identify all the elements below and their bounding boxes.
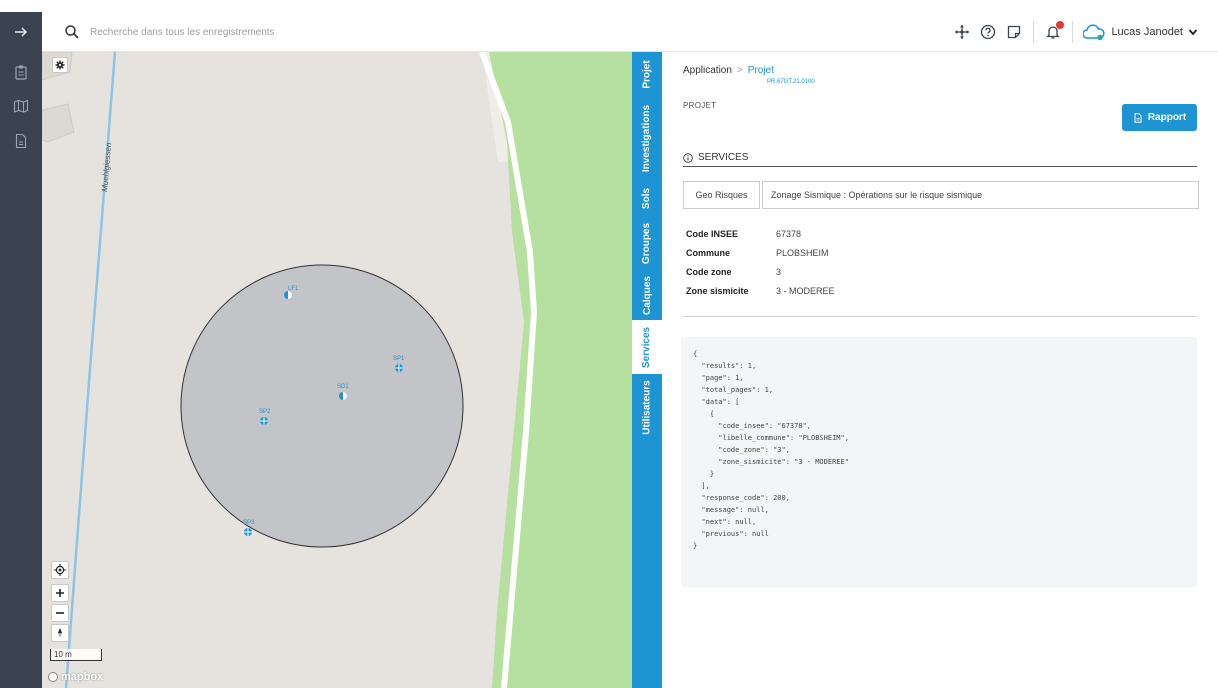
svg-text:LF1: LF1 — [288, 286, 299, 292]
clipboard-icon[interactable] — [13, 64, 29, 80]
json-response-text: { "results": 1, "page": 1, "total_pages"… — [693, 350, 849, 550]
divider — [1072, 21, 1074, 43]
info-row: Code INSEE 67378 — [686, 224, 835, 243]
tab-utilisateurs[interactable]: Utilisateurs — [632, 374, 662, 440]
search-icon[interactable] — [64, 24, 80, 40]
rapport-button[interactable]: Rapport — [1122, 104, 1197, 131]
expand-arrow-icon[interactable] — [0, 12, 42, 52]
svg-text:SD1: SD1 — [337, 384, 349, 390]
info-key: Zone sismicite — [686, 285, 749, 296]
info-row: Zone sismicite 3 - MODEREE — [686, 281, 835, 300]
search-input[interactable] — [90, 23, 490, 41]
vertical-tab-bar: Projet Investigations Sols Groupes Calqu… — [632, 52, 662, 688]
svg-text:SP1: SP1 — [393, 356, 405, 362]
json-response-block: { "results": 1, "page": 1, "total_pages"… — [681, 337, 1197, 587]
compass-icon[interactable] — [51, 624, 69, 642]
svg-text:SP2: SP2 — [259, 409, 271, 415]
map-scale: 10 m — [50, 649, 102, 661]
info-key: Commune — [686, 247, 731, 258]
left-rail — [0, 12, 42, 688]
map-icon[interactable] — [13, 98, 29, 114]
service-tabs: Geo Risques Zonage Sismique : Opérations… — [683, 181, 1199, 209]
tab-projet[interactable]: Projet — [632, 52, 662, 96]
mapbox-logo: mapbox — [48, 671, 103, 683]
move-icon[interactable] — [954, 24, 970, 40]
user-name: Lucas Janodet — [1111, 26, 1183, 38]
chevron-down-icon — [1188, 29, 1198, 36]
info-value: 67378 — [776, 228, 802, 239]
info-key: Code zone — [686, 266, 732, 277]
tab-geo-risques[interactable]: Geo Risques — [683, 181, 760, 209]
zoom-out-button[interactable] — [51, 604, 69, 622]
top-bar: Lucas Janodet — [42, 12, 1218, 52]
info-value: PLOBSHEIM — [776, 247, 829, 258]
cloud-avatar-icon — [1083, 24, 1105, 41]
section-title-text: SERVICES — [698, 152, 749, 163]
locate-icon[interactable] — [51, 561, 69, 579]
tab-investigations[interactable]: Investigations — [632, 96, 662, 180]
info-value: 3 — [776, 266, 782, 277]
zoom-in-button[interactable] — [51, 584, 69, 602]
mapbox-attribution: mapbox — [61, 671, 104, 683]
section-divider — [683, 166, 1197, 167]
info-value: 3 - MODEREE — [776, 285, 835, 296]
section-title: SERVICES — [683, 152, 748, 163]
tab-sols[interactable]: Sols — [632, 180, 662, 216]
rapport-button-label: Rapport — [1147, 112, 1187, 123]
breadcrumb-application[interactable]: Application — [683, 65, 732, 76]
info-icon — [683, 152, 693, 163]
help-icon[interactable] — [980, 24, 996, 40]
info-divider — [683, 316, 1197, 317]
notification-badge — [1056, 21, 1065, 29]
info-row: Commune PLOBSHEIM — [686, 243, 835, 262]
mapbox-logo-icon — [48, 672, 58, 682]
info-row: Code zone 3 — [686, 262, 835, 281]
tab-calques[interactable]: Calques — [632, 270, 662, 320]
report-icon — [1134, 112, 1142, 123]
divider — [1033, 21, 1035, 43]
info-key: Code INSEE — [686, 228, 739, 239]
project-label: PROJET — [683, 101, 717, 110]
map-settings-gear-icon[interactable] — [52, 57, 68, 73]
user-menu[interactable]: Lucas Janodet — [1083, 23, 1198, 41]
street-label: Muehlgiessen — [100, 142, 113, 193]
breadcrumb-separator: > — [736, 65, 743, 76]
breadcrumb-projet[interactable]: Projet — [748, 65, 774, 76]
document-icon[interactable] — [13, 133, 29, 149]
map-view[interactable]: Muehlgiessen LF1 SP1 SD1 SP2 SP3 10 m ma… — [42, 52, 632, 688]
map-canvas: Muehlgiessen LF1 SP1 SD1 SP2 SP3 — [42, 52, 632, 688]
service-info: Code INSEE 67378 Commune PLOBSHEIM Code … — [686, 224, 835, 300]
note-icon[interactable] — [1006, 24, 1022, 40]
tab-services[interactable]: Services — [632, 320, 662, 374]
details-panel: Application > Projet PR.67GT.21.0100 PRO… — [662, 52, 1218, 688]
breadcrumb: Application > Projet — [683, 65, 774, 76]
notification-bell-icon[interactable] — [1045, 21, 1065, 40]
project-code: PR.67GT.21.0100 — [767, 79, 815, 85]
tab-zonage-sismique[interactable]: Zonage Sismique : Opérations sur le risq… — [762, 181, 1199, 209]
svg-text:SP3: SP3 — [243, 520, 255, 526]
tab-groupes[interactable]: Groupes — [632, 216, 662, 270]
